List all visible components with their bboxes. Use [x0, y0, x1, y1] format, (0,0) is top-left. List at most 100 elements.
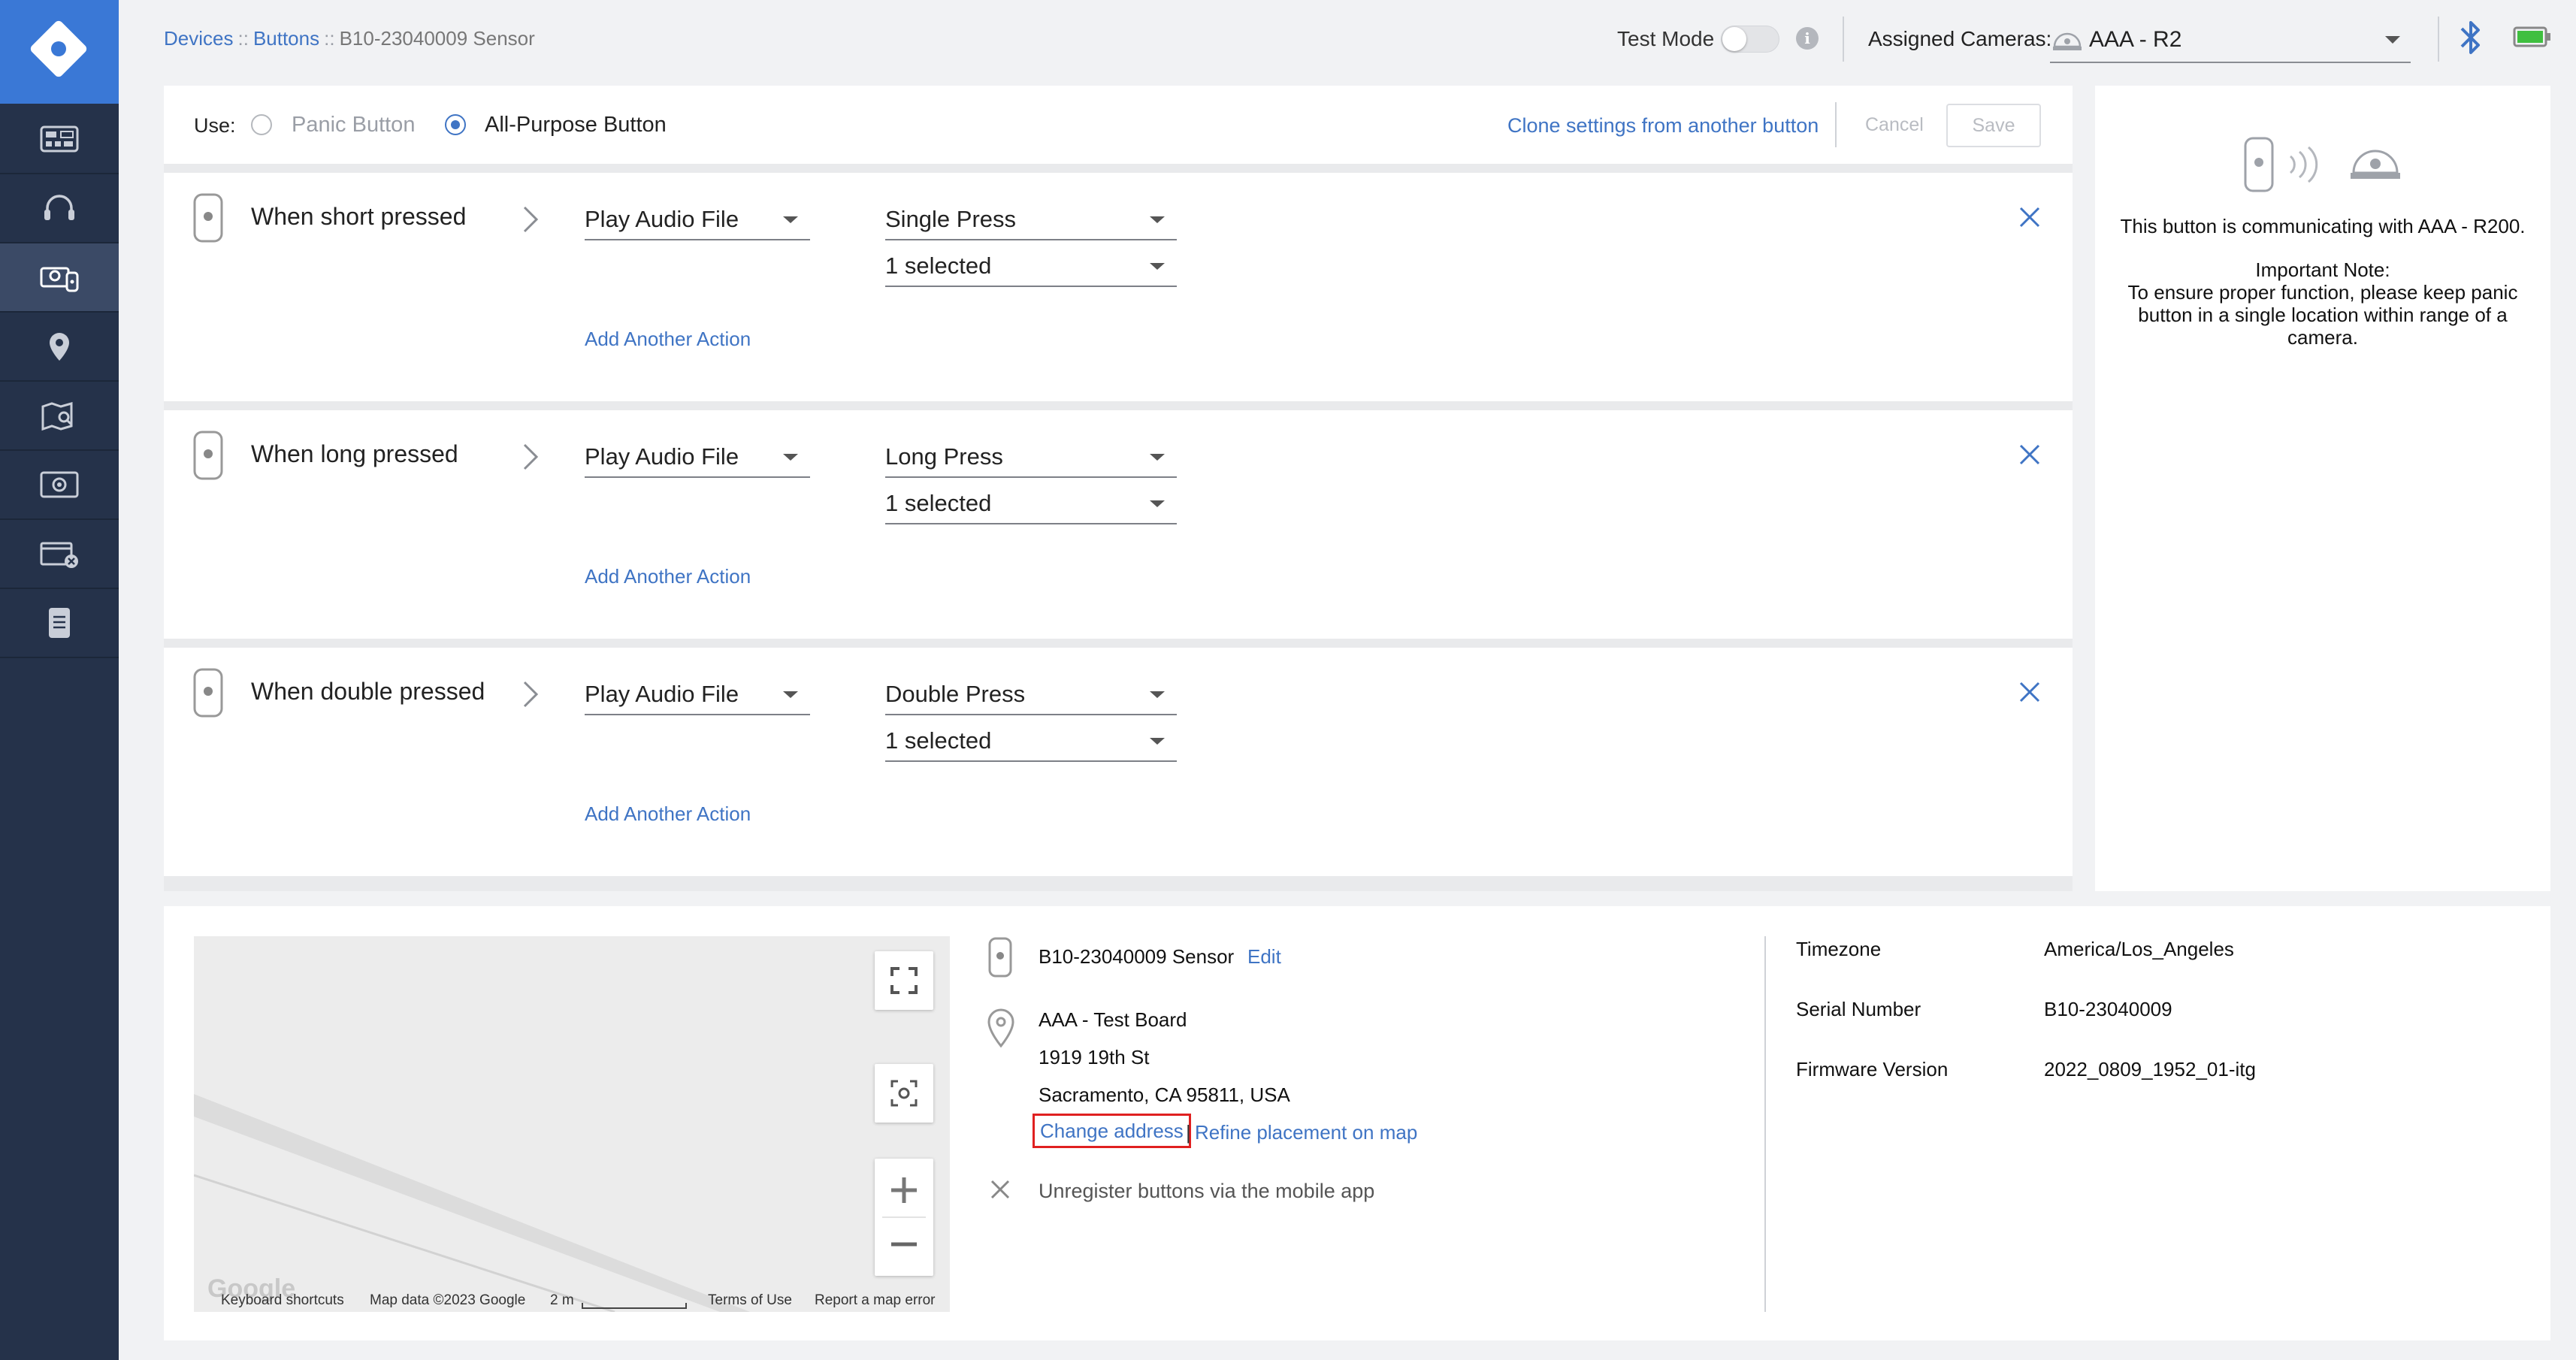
map-view[interactable]: Google	[194, 936, 950, 1312]
important-note-body: To ensure proper function, please keep p…	[2127, 281, 2518, 349]
change-address-link[interactable]: Change address	[1033, 1114, 1191, 1148]
press-title: When short pressed	[251, 203, 467, 230]
location-pin-icon	[50, 333, 69, 361]
headset-icon	[44, 195, 74, 220]
trigger-value: Long Press	[885, 443, 1003, 470]
dashboard-icon	[40, 125, 79, 153]
terms-of-use-link[interactable]: Terms of Use	[708, 1292, 792, 1309]
trigger-select[interactable]: Single Press	[885, 198, 1177, 240]
timezone-label: Timezone	[1796, 938, 1882, 960]
panic-button-device-icon	[193, 193, 223, 243]
press-title: When long pressed	[251, 440, 458, 467]
panic-button-device-icon	[988, 937, 1012, 978]
chevron-down-icon	[1150, 738, 1165, 745]
map-scale-label: 2 m	[550, 1292, 574, 1308]
breadcrumb: Devices:: Buttons:: B10-23040009 Sensor	[164, 27, 535, 50]
audio-file-value: 1 selected	[885, 252, 992, 279]
action-type-select[interactable]: Play Audio File	[585, 673, 810, 715]
button-to-camera-icon	[2244, 137, 2400, 192]
chevron-down-icon	[1150, 454, 1165, 461]
add-another-action-link[interactable]: Add Another Action	[585, 328, 751, 351]
breadcrumb-buttons-link[interactable]: Buttons	[253, 27, 319, 50]
action-type-select[interactable]: Play Audio File	[585, 198, 810, 240]
sidebar-item-devices[interactable]	[0, 243, 119, 313]
chevron-down-icon	[783, 216, 798, 223]
keyboard-shortcuts-link[interactable]: Keyboard shortcuts	[221, 1292, 344, 1309]
all-purpose-button-radio[interactable]	[445, 114, 466, 135]
details-divider	[1764, 936, 1766, 1312]
edit-name-link[interactable]: Edit	[1247, 945, 1281, 969]
chevron-down-icon	[1150, 500, 1165, 507]
important-note-title: Important Note:	[2255, 258, 2390, 281]
audio-file-select[interactable]: 1 selected	[885, 245, 1177, 287]
sensor-name: B10-23040009 Sensor	[1039, 945, 1235, 968]
sidebar-item-maps[interactable]	[0, 382, 119, 451]
sidebar-item-cameras[interactable]	[0, 451, 119, 520]
report-map-error-link[interactable]: Report a map error	[815, 1292, 936, 1309]
devices-icon	[40, 267, 79, 292]
battery-icon	[2513, 26, 2550, 47]
connection-info-text: This button is communicating with AAA - …	[2118, 215, 2528, 349]
recenter-button[interactable]	[875, 1064, 933, 1123]
document-icon	[49, 608, 70, 638]
add-another-action-link[interactable]: Add Another Action	[585, 565, 751, 588]
link-separator: |	[1186, 1121, 1191, 1144]
sidebar-item-support[interactable]	[0, 174, 119, 243]
app-logo[interactable]	[0, 0, 119, 104]
action-type-value: Play Audio File	[585, 443, 739, 470]
zoom-in-icon[interactable]	[889, 1164, 919, 1216]
close-icon[interactable]	[2018, 681, 2041, 703]
cancel-button[interactable]: Cancel	[1865, 114, 1924, 136]
chevron-right-icon	[523, 206, 539, 233]
use-label: Use:	[194, 114, 236, 137]
test-mode-toggle[interactable]	[1721, 26, 1779, 53]
action-card-long-press: When long pressed Play Audio File Long P…	[164, 410, 2073, 639]
communicating-text: This button is communicating with AAA - …	[2120, 215, 2526, 237]
location-pin-icon	[987, 1008, 1014, 1048]
action-type-value: Play Audio File	[585, 681, 739, 707]
zoom-out-icon[interactable]	[889, 1218, 919, 1271]
sidebar-item-reports[interactable]	[0, 589, 119, 658]
map-icon	[41, 402, 73, 431]
assigned-cameras-select[interactable]: AAA - R2	[2050, 17, 2411, 63]
test-mode-label: Test Mode	[1617, 27, 1715, 50]
audio-file-select[interactable]: 1 selected	[885, 720, 1177, 762]
sidebar-item-recordings[interactable]	[0, 520, 119, 589]
chevron-down-icon	[1150, 691, 1165, 698]
add-another-action-link[interactable]: Add Another Action	[585, 802, 751, 826]
camera-settings-icon	[40, 471, 79, 498]
refine-placement-link[interactable]: Refine placement on map	[1195, 1121, 1417, 1144]
breadcrumb-separator: ::	[324, 27, 335, 50]
close-icon[interactable]	[2018, 443, 2041, 466]
sidebar-item-dashboard[interactable]	[0, 105, 119, 174]
unregister-note: Unregister buttons via the mobile app	[1039, 1180, 1375, 1202]
save-button[interactable]: Save	[1946, 104, 2041, 147]
clone-settings-link[interactable]: Clone settings from another button	[1507, 114, 1819, 138]
fullscreen-button[interactable]	[875, 951, 933, 1010]
trigger-select[interactable]: Long Press	[885, 436, 1177, 478]
use-divider	[1835, 102, 1837, 147]
sidebar-item-locations[interactable]	[0, 313, 119, 382]
chevron-down-icon	[1150, 263, 1165, 270]
action-type-select[interactable]: Play Audio File	[585, 436, 810, 478]
breadcrumb-devices-link[interactable]: Devices	[164, 27, 233, 50]
panic-button-label[interactable]: Panic Button	[292, 113, 415, 138]
address-line-3: Sacramento, CA 95811, USA	[1039, 1083, 1290, 1106]
all-purpose-button-label[interactable]: All-Purpose Button	[485, 113, 667, 138]
trigger-select[interactable]: Double Press	[885, 673, 1177, 715]
bluetooth-icon[interactable]	[2456, 18, 2486, 57]
address-line-1: AAA - Test Board	[1039, 1008, 1187, 1031]
close-icon[interactable]	[2018, 206, 2041, 228]
connection-info-panel: This button is communicating with AAA - …	[2095, 86, 2550, 891]
action-card-double-press: When double pressed Play Audio File Doub…	[164, 648, 2073, 876]
video-icon	[40, 542, 78, 568]
breadcrumb-separator: ::	[237, 27, 249, 50]
address-line-2: 1919 19th St	[1039, 1046, 1150, 1068]
close-icon	[990, 1180, 1010, 1199]
panic-button-device-icon	[193, 668, 223, 718]
chevron-down-icon	[783, 691, 798, 698]
timezone-value: America/Los_Angeles	[2044, 938, 2234, 960]
audio-file-select[interactable]: 1 selected	[885, 482, 1177, 524]
info-icon[interactable]: i	[1796, 27, 1819, 50]
panic-button-radio[interactable]	[251, 114, 272, 135]
